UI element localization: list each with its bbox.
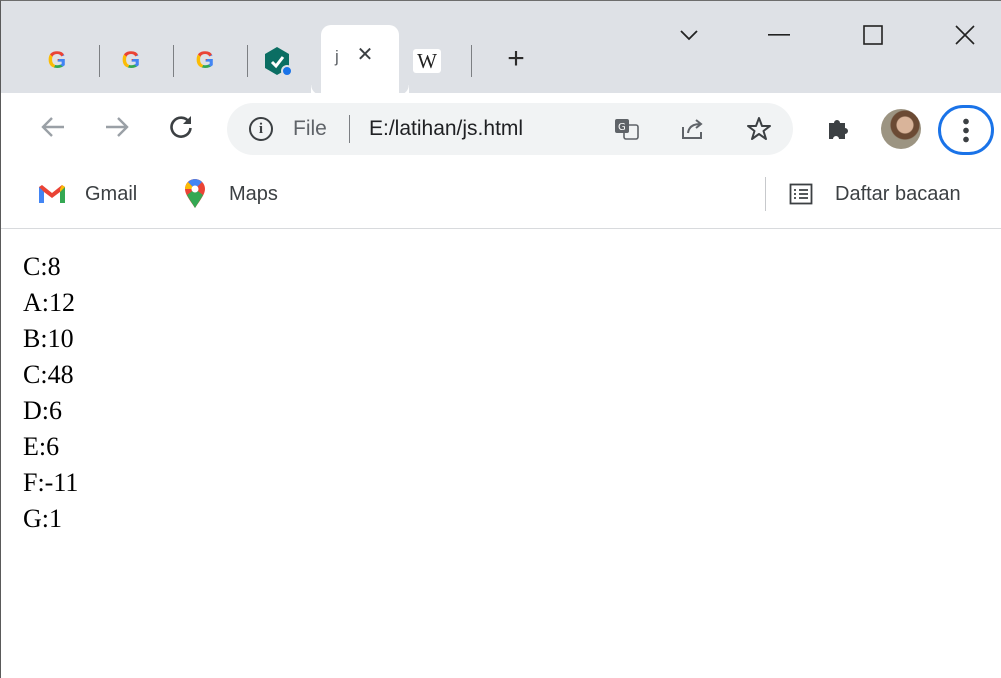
google-g-icon: G bbox=[195, 47, 215, 74]
menu-kebab-button[interactable] bbox=[938, 105, 994, 155]
bookmark-label: Gmail bbox=[85, 182, 138, 205]
url-text[interactable]: E:/latihan/js.html bbox=[369, 117, 523, 141]
forward-button[interactable] bbox=[99, 109, 135, 145]
new-tab-button[interactable]: + bbox=[499, 43, 533, 77]
output-line: A:12 bbox=[23, 288, 75, 317]
reload-icon bbox=[170, 116, 192, 138]
translate-icon[interactable]: G bbox=[613, 115, 641, 143]
profile-avatar[interactable] bbox=[881, 109, 921, 149]
forward-arrow-icon bbox=[106, 117, 129, 137]
chevron-down-icon bbox=[680, 30, 698, 41]
bookmark-star-icon[interactable] bbox=[745, 115, 773, 143]
bookmark-gmail[interactable]: Gmail bbox=[37, 179, 137, 209]
close-icon bbox=[955, 25, 975, 45]
gmail-icon bbox=[39, 185, 65, 203]
output-line: G:1 bbox=[23, 504, 62, 533]
page-content: C:8 A:12 B:10 C:48 D:6 E:6 F:-11 G:1 bbox=[23, 249, 78, 537]
close-window-button[interactable] bbox=[941, 13, 989, 57]
bookmark-maps[interactable]: Maps bbox=[183, 179, 278, 209]
back-arrow-icon bbox=[41, 117, 64, 137]
tab-strip: G G G j ✕ W + bbox=[1, 1, 1001, 95]
tab-close-icon[interactable]: ✕ bbox=[353, 42, 377, 66]
tab-separator bbox=[173, 45, 174, 77]
back-button[interactable] bbox=[35, 109, 71, 145]
bookmark-label: Maps bbox=[229, 182, 278, 205]
maximize-button[interactable] bbox=[849, 13, 897, 57]
tab-separator bbox=[471, 45, 472, 77]
share-icon[interactable] bbox=[679, 115, 707, 143]
tab-separator bbox=[99, 45, 100, 77]
tab-teal-app[interactable] bbox=[257, 41, 297, 81]
tab-search-button[interactable] bbox=[665, 13, 713, 57]
address-bar[interactable]: i File E:/latihan/js.html G bbox=[227, 103, 793, 155]
output-line: B:10 bbox=[23, 324, 74, 353]
output-line: D:6 bbox=[23, 396, 62, 425]
browser-toolbar: i File E:/latihan/js.html G bbox=[1, 93, 1001, 165]
minimize-button[interactable] bbox=[755, 13, 803, 57]
bookmarks-bar: Gmail Maps Daftar bacaan bbox=[1, 165, 1001, 229]
tab-active-js-html[interactable]: j ✕ bbox=[321, 25, 399, 95]
address-separator bbox=[349, 115, 350, 143]
reading-list-label: Daftar bacaan bbox=[835, 182, 961, 205]
wikipedia-w-icon[interactable]: W bbox=[413, 49, 441, 73]
reading-list-button[interactable]: Daftar bacaan bbox=[789, 179, 961, 209]
maps-pin-icon bbox=[185, 179, 205, 208]
extensions-puzzle-icon[interactable] bbox=[821, 111, 855, 145]
output-line: C:48 bbox=[23, 360, 74, 389]
tab-google-1[interactable]: G bbox=[37, 41, 77, 81]
tab-separator bbox=[247, 45, 248, 77]
minimize-icon bbox=[768, 34, 790, 36]
output-line: F:-11 bbox=[23, 468, 79, 497]
teal-app-icon bbox=[265, 47, 293, 77]
maximize-icon bbox=[863, 25, 883, 45]
browser-window: G G G j ✕ W + i File E:/latihan/js.html … bbox=[0, 0, 1001, 678]
output-line: C:8 bbox=[23, 252, 61, 281]
menu-kebab-icon bbox=[963, 117, 969, 143]
reading-list-icon bbox=[789, 183, 813, 205]
reload-button[interactable] bbox=[163, 109, 199, 145]
tab-google-3[interactable]: G bbox=[185, 41, 225, 81]
bookmarks-separator bbox=[765, 177, 766, 211]
google-g-icon: G bbox=[47, 47, 67, 74]
scheme-label: File bbox=[293, 117, 327, 140]
output-line: E:6 bbox=[23, 432, 60, 461]
svg-text:G: G bbox=[618, 122, 626, 133]
tab-title: j bbox=[335, 47, 339, 66]
tab-google-2[interactable]: G bbox=[111, 41, 151, 81]
info-icon[interactable]: i bbox=[249, 117, 273, 141]
google-g-icon: G bbox=[121, 47, 141, 74]
